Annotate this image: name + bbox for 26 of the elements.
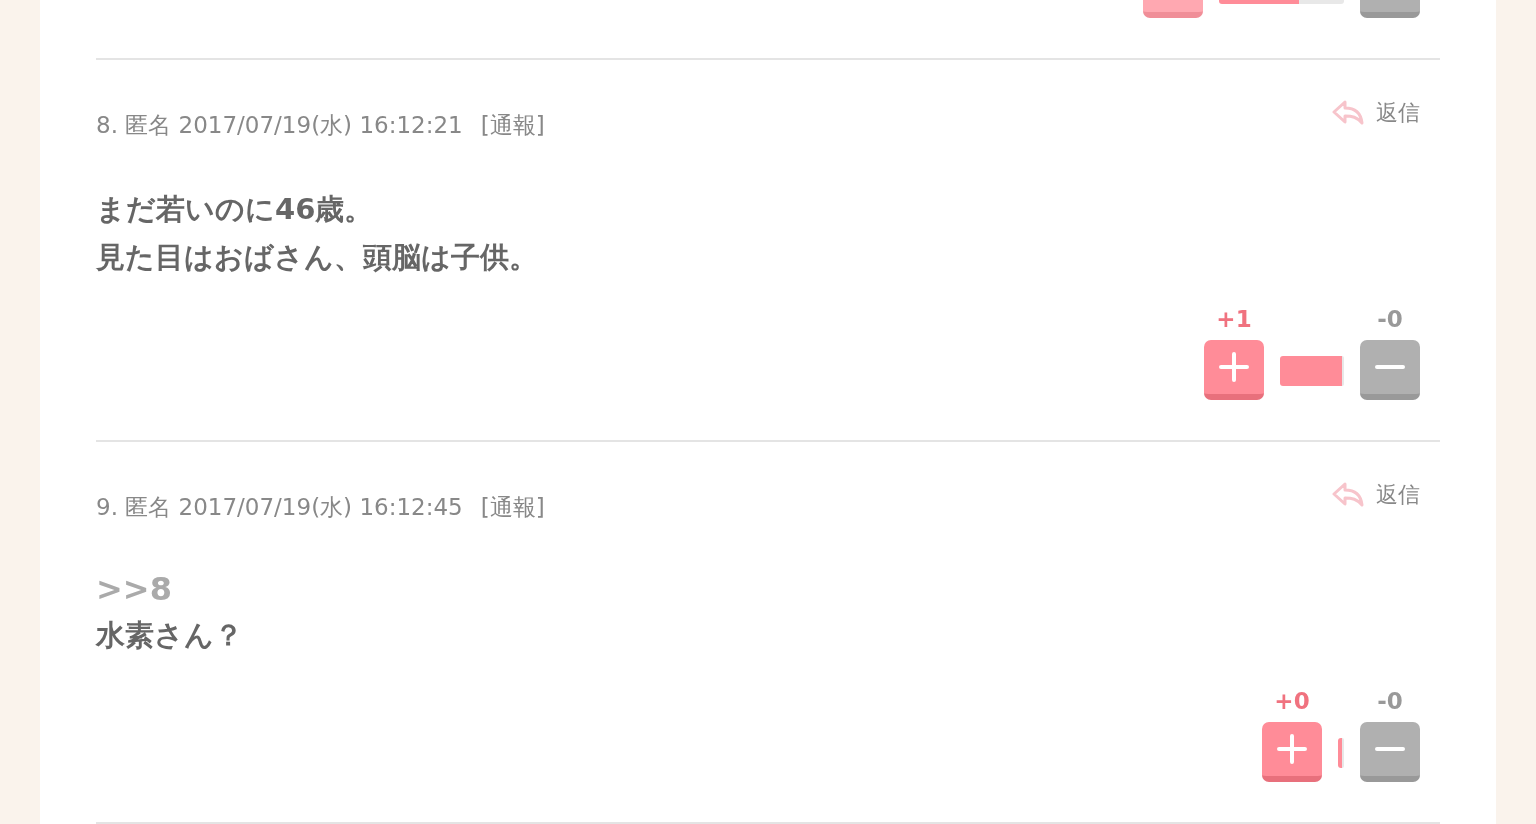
comment-meta: 8. 匿名 2017/07/19(水) 16:12:21: [96, 111, 463, 140]
report-link[interactable]: [通報]: [480, 110, 545, 141]
minus-button[interactable]: [1360, 340, 1420, 400]
plus-button[interactable]: [1262, 722, 1322, 782]
plus-button[interactable]: [1204, 340, 1264, 400]
vote-bar: [1338, 738, 1344, 768]
plus-count: +1: [1216, 305, 1252, 334]
plus-icon: [1219, 352, 1249, 382]
minus-icon: [1375, 746, 1405, 752]
vote-bar: [1280, 356, 1344, 386]
reply-button[interactable]: 返信: [1332, 480, 1420, 510]
reply-button[interactable]: 返信: [1332, 98, 1420, 128]
minus-count: -0: [1377, 687, 1403, 716]
reply-icon: [1332, 482, 1364, 508]
comment-text: まだ若いのに46歳。: [96, 191, 374, 228]
reply-icon: [1332, 100, 1364, 126]
minus-icon: [1375, 364, 1405, 370]
reply-anchor-link[interactable]: >>8: [96, 567, 172, 611]
minus-button[interactable]: [1360, 722, 1420, 782]
report-link[interactable]: [通報]: [480, 492, 545, 523]
minus-count: -0: [1377, 305, 1403, 334]
comment-text: 水素さん？: [96, 617, 243, 654]
plus-icon: [1277, 734, 1307, 764]
comment-meta: 9. 匿名 2017/07/19(水) 16:12:45: [96, 493, 463, 522]
comment-text: 見た目はおばさん、頭脳は子供。: [96, 239, 538, 276]
plus-count: +0: [1274, 687, 1310, 716]
